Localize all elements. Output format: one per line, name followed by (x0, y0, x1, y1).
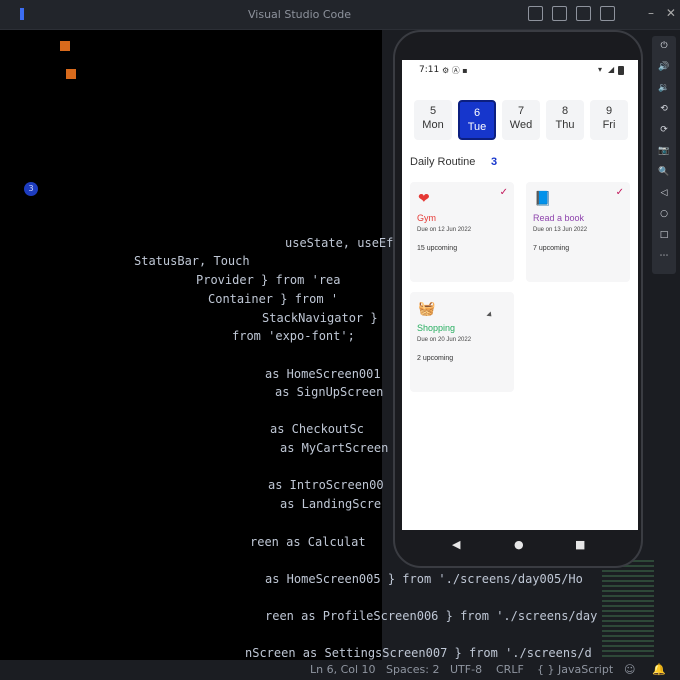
routine-card-gym[interactable]: ❤ ✓ Gym Due on 12 Jun 2022 15 upcoming (410, 182, 514, 282)
minimap[interactable] (602, 560, 654, 658)
emulator-toolbar: ⏻ 🔊 🔉 ⟲ ⟳ 📷 🔍 ◁ ○ □ ⋯ (652, 36, 676, 274)
back-icon[interactable]: ◁ (652, 183, 676, 204)
card-upcoming: 15 upcoming (417, 245, 458, 252)
card-title: Gym (417, 213, 436, 223)
title-bar: Visual Studio Code – ✕ (0, 0, 680, 30)
day-wed[interactable]: 7 Wed (502, 100, 540, 140)
notifications-icon[interactable]: 🔔 (652, 663, 666, 676)
day-mon[interactable]: 5 Mon (414, 100, 452, 140)
day-selector: 5 Mon 6 Tue 7 Wed 8 Thu 9 Fri (414, 100, 634, 140)
code-line: nScreen as SettingsScreen007 } from './s… (245, 646, 592, 660)
android-nav-bar: ◀ ● ■ (402, 532, 638, 560)
day-weekday: Thu (555, 119, 575, 131)
heart-pulse-icon: ❤ (418, 190, 430, 206)
window-controls: – ✕ (640, 6, 676, 20)
toggle-panel-icon[interactable] (552, 6, 567, 21)
toggle-secondary-sidebar-icon[interactable] (576, 6, 591, 21)
code-line: StatusBar, Touch (134, 254, 250, 268)
card-title: Shopping (417, 323, 456, 333)
nav-back-icon[interactable]: ◀ (452, 538, 460, 551)
day-weekday: Fri (602, 119, 616, 131)
routine-title: Daily Routine (410, 156, 476, 168)
signal-icon: ◢ (608, 65, 615, 74)
indentation[interactable]: Spaces: 2 (386, 663, 439, 676)
layout-controls (528, 6, 620, 21)
power-icon[interactable]: ⏻ (652, 36, 676, 57)
android-status-bar: 7:11 ⚙ Ⓐ ▪ ▾ ◢ (402, 60, 638, 80)
check-icon[interactable]: ✓ (616, 187, 624, 198)
card-title: Read a book (533, 213, 585, 223)
nav-recents-icon[interactable]: ■ (575, 538, 585, 551)
day-weekday: Mon (422, 119, 444, 131)
cursor-position[interactable]: Ln 6, Col 10 (310, 663, 376, 676)
wifi-icon: ▾ (598, 65, 603, 74)
line-ending[interactable]: CRLF (496, 663, 524, 676)
card-due-date: Due on 13 Jun 2022 (533, 227, 588, 233)
routine-card-read-a-book[interactable]: 📘 ✓ Read a book Due on 13 Jun 2022 7 upcomin… (526, 182, 630, 282)
day-number: 9 (605, 105, 613, 117)
language-mode[interactable]: { } JavaScript (537, 663, 613, 676)
android-emulator-phone: 7:11 ⚙ Ⓐ ▪ ▾ ◢ 5 Mon 6 Tue 7 Wed 8 Thu 9 Fri Dail… (393, 30, 643, 568)
card-upcoming: 2 upcoming (417, 355, 454, 362)
code-line: reen as ProfileScreen006 } from './scree… (265, 609, 598, 623)
home-icon[interactable]: ○ (652, 204, 676, 225)
day-number: 8 (561, 105, 569, 117)
volume-up-icon[interactable]: 🔊 (652, 57, 676, 78)
code-line: as IntroScreen00 (268, 478, 384, 492)
volume-down-icon[interactable]: 🔉 (652, 78, 676, 99)
rotate-left-icon[interactable]: ⟲ (652, 99, 676, 120)
feedback-icon[interactable]: ☺ (624, 663, 635, 676)
overview-icon[interactable]: □ (652, 225, 676, 246)
file-icon[interactable] (66, 69, 76, 79)
file-icon[interactable] (60, 41, 70, 51)
app-screen: 7:11 ⚙ Ⓐ ▪ ▾ ◢ 5 Mon 6 Tue 7 Wed 8 Thu 9 Fri Dail… (402, 60, 638, 530)
day-tue[interactable]: 6 Tue (458, 100, 496, 140)
encoding[interactable]: UTF-8 (450, 663, 482, 676)
zoom-icon[interactable]: 🔍 (652, 162, 676, 183)
source-control-badge[interactable]: 3 (24, 182, 38, 196)
minimize-button[interactable]: – (648, 6, 654, 20)
routine-card-shopping[interactable]: 🧺 Shopping Due on 20 Jun 2022 2 upcoming (410, 292, 514, 392)
check-icon[interactable]: ✓ (500, 187, 508, 198)
rotate-right-icon[interactable]: ⟳ (652, 120, 676, 141)
close-button[interactable]: ✕ (666, 6, 676, 20)
battery-icon (618, 66, 624, 75)
routine-count: 3 (491, 156, 498, 168)
card-due-date: Due on 12 Jun 2022 (417, 227, 472, 233)
day-weekday: Wed (509, 119, 533, 131)
nav-home-icon[interactable]: ● (514, 538, 524, 551)
code-line: Container } from ' (208, 292, 339, 306)
code-line: as CheckoutSc (270, 422, 364, 436)
customize-layout-icon[interactable] (600, 6, 615, 21)
toggle-sidebar-icon[interactable] (528, 6, 543, 21)
day-number: 7 (517, 105, 525, 117)
code-line: StackNavigator } (262, 311, 378, 325)
day-fri[interactable]: 9 Fri (590, 100, 628, 140)
day-weekday: Tue (467, 121, 487, 133)
code-line: Provider } from 'rea (196, 273, 341, 287)
book-icon: 📘 (534, 190, 552, 206)
code-line: as SignUpScreen (275, 385, 384, 399)
code-line: as HomeScreen005 } from './screens/day00… (265, 572, 583, 586)
status-icons: ⚙ Ⓐ ▪ (442, 66, 468, 75)
basket-icon: 🧺 (418, 300, 436, 316)
day-thu[interactable]: 8 Thu (546, 100, 584, 140)
more-icon[interactable]: ⋯ (652, 246, 676, 267)
code-line: from 'expo-font'; (232, 329, 355, 343)
day-number: 6 (473, 107, 481, 119)
code-line: as LandingScre (280, 497, 382, 511)
card-upcoming: 7 upcoming (533, 245, 570, 252)
day-number: 5 (429, 105, 437, 117)
active-tab-indicator (20, 8, 24, 20)
code-line: reen as Calculat (250, 535, 366, 549)
window-title: Visual Studio Code (248, 8, 352, 21)
camera-icon[interactable]: 📷 (652, 141, 676, 162)
code-line: as MyCartScreen (280, 441, 389, 455)
status-bar: Ln 6, Col 10 Spaces: 2 UTF-8 CRLF { } Ja… (0, 660, 680, 680)
card-due-date: Due on 20 Jun 2022 (417, 337, 472, 343)
clock: 7:11 (419, 65, 440, 75)
code-line: as HomeScreen001 (265, 367, 381, 381)
